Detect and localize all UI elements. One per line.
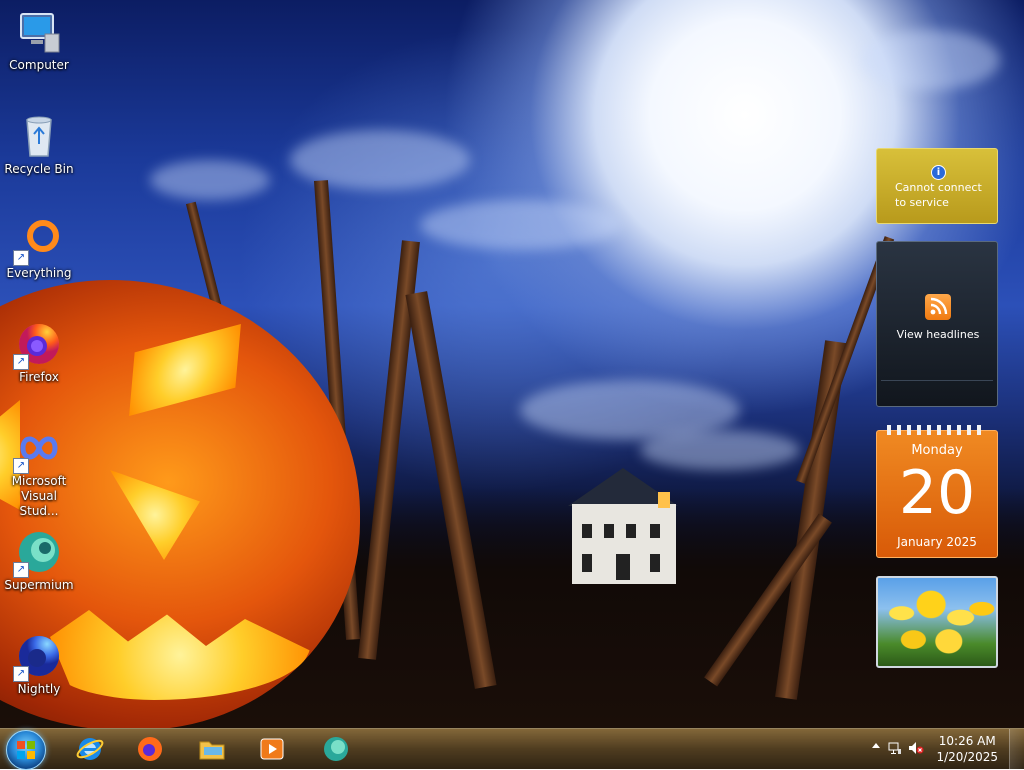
volume-muted-icon[interactable] — [908, 741, 924, 755]
desktop-icon-everything[interactable]: ↗ Everything — [1, 216, 77, 281]
network-icon[interactable] — [888, 741, 902, 755]
weather-error-message: Cannot connect to service — [895, 181, 982, 209]
taskbar-media-player[interactable] — [246, 731, 298, 767]
shortcut-arrow-icon: ↗ — [13, 354, 29, 370]
info-icon: i — [931, 165, 946, 180]
supermium-icon: ↗ — [13, 528, 63, 578]
taskbar-file-explorer[interactable] — [186, 731, 238, 767]
desktop-icon-label: Microsoft Visual Stud... — [11, 474, 67, 518]
desktop-icon-label: Supermium — [4, 578, 74, 592]
internet-explorer-icon — [76, 735, 104, 763]
desktop-icon-computer[interactable]: Computer — [1, 8, 77, 73]
view-headlines-link[interactable]: View headlines — [877, 328, 999, 341]
calendar-month-year: January 2025 — [897, 535, 977, 549]
desktop-icon-firefox[interactable]: ↗ Firefox — [1, 320, 77, 385]
media-player-icon — [258, 735, 286, 763]
taskbar-internet-explorer[interactable] — [64, 731, 116, 767]
pumpkin-eye — [129, 323, 241, 417]
feed-divider — [881, 380, 993, 381]
visual-studio-icon: ↗ — [13, 424, 63, 474]
show-desktop-button[interactable] — [1009, 729, 1024, 769]
wallpaper-cloud — [860, 30, 1000, 90]
firefox-icon: ↗ — [13, 320, 63, 370]
system-tray: 10:26 AM 1/20/2025 — [864, 729, 1024, 769]
wallpaper-cloud — [150, 160, 270, 200]
start-button[interactable] — [6, 730, 46, 770]
clock-date: 1/20/2025 — [936, 750, 998, 764]
desktop-icon-recycle-bin[interactable]: Recycle Bin — [1, 112, 77, 177]
desktop-icon-visual-studio[interactable]: ↗ Microsoft Visual Stud... — [1, 424, 77, 519]
taskbar-firefox[interactable] — [124, 731, 176, 767]
rss-icon — [925, 294, 951, 320]
wallpaper-cloud — [420, 200, 620, 250]
recycle-bin-icon — [15, 112, 63, 160]
feed-headlines-gadget[interactable]: View headlines — [876, 241, 998, 407]
firefox-icon — [136, 735, 164, 763]
taskbar: 10:26 AM 1/20/2025 — [0, 728, 1024, 770]
shortcut-arrow-icon: ↗ — [13, 562, 29, 578]
desktop-icon-label: Computer — [9, 58, 69, 72]
everything-icon: ↗ — [13, 216, 63, 266]
supermium-icon — [322, 735, 350, 763]
desktop-icon-supermium[interactable]: ↗ Supermium — [1, 528, 77, 593]
slideshow-image — [878, 578, 996, 666]
shortcut-arrow-icon: ↗ — [13, 458, 29, 474]
clock[interactable]: 10:26 AM 1/20/2025 — [936, 733, 998, 765]
shortcut-arrow-icon: ↗ — [13, 666, 29, 682]
folder-icon — [198, 735, 226, 763]
shortcut-arrow-icon: ↗ — [13, 250, 29, 266]
taskbar-supermium[interactable] — [310, 731, 362, 767]
desktop-icon-label: Nightly — [17, 682, 61, 696]
weather-gadget[interactable]: i Cannot connect to service — [876, 148, 998, 224]
slideshow-gadget[interactable] — [876, 576, 998, 668]
calendar-rings — [887, 425, 987, 435]
wallpaper-haunted-house — [558, 468, 688, 588]
desktop-icon-label: Everything — [6, 266, 72, 280]
desktop-icon-label: Firefox — [19, 370, 59, 384]
clock-time: 10:26 AM — [938, 734, 996, 748]
calendar-gadget[interactable]: Monday 20 January 2025 — [876, 425, 998, 558]
wallpaper-cloud — [640, 430, 800, 470]
desktop-icon-nightly[interactable]: ↗ Nightly — [1, 632, 77, 697]
show-hidden-icons-icon[interactable] — [872, 743, 880, 748]
desktop-icon-label: Recycle Bin — [4, 162, 74, 176]
desktop-wallpaper[interactable]: Computer Recycle Bin ↗ Everything ↗ Fire… — [0, 0, 1024, 728]
firefox-nightly-icon: ↗ — [13, 632, 63, 682]
windows-start-icon — [17, 741, 35, 759]
calendar-day-number: 20 — [898, 458, 976, 528]
calendar-weekday: Monday — [911, 443, 963, 458]
pumpkin-mouth — [50, 610, 310, 700]
computer-icon — [15, 8, 63, 56]
pumpkin-eye — [110, 470, 200, 560]
